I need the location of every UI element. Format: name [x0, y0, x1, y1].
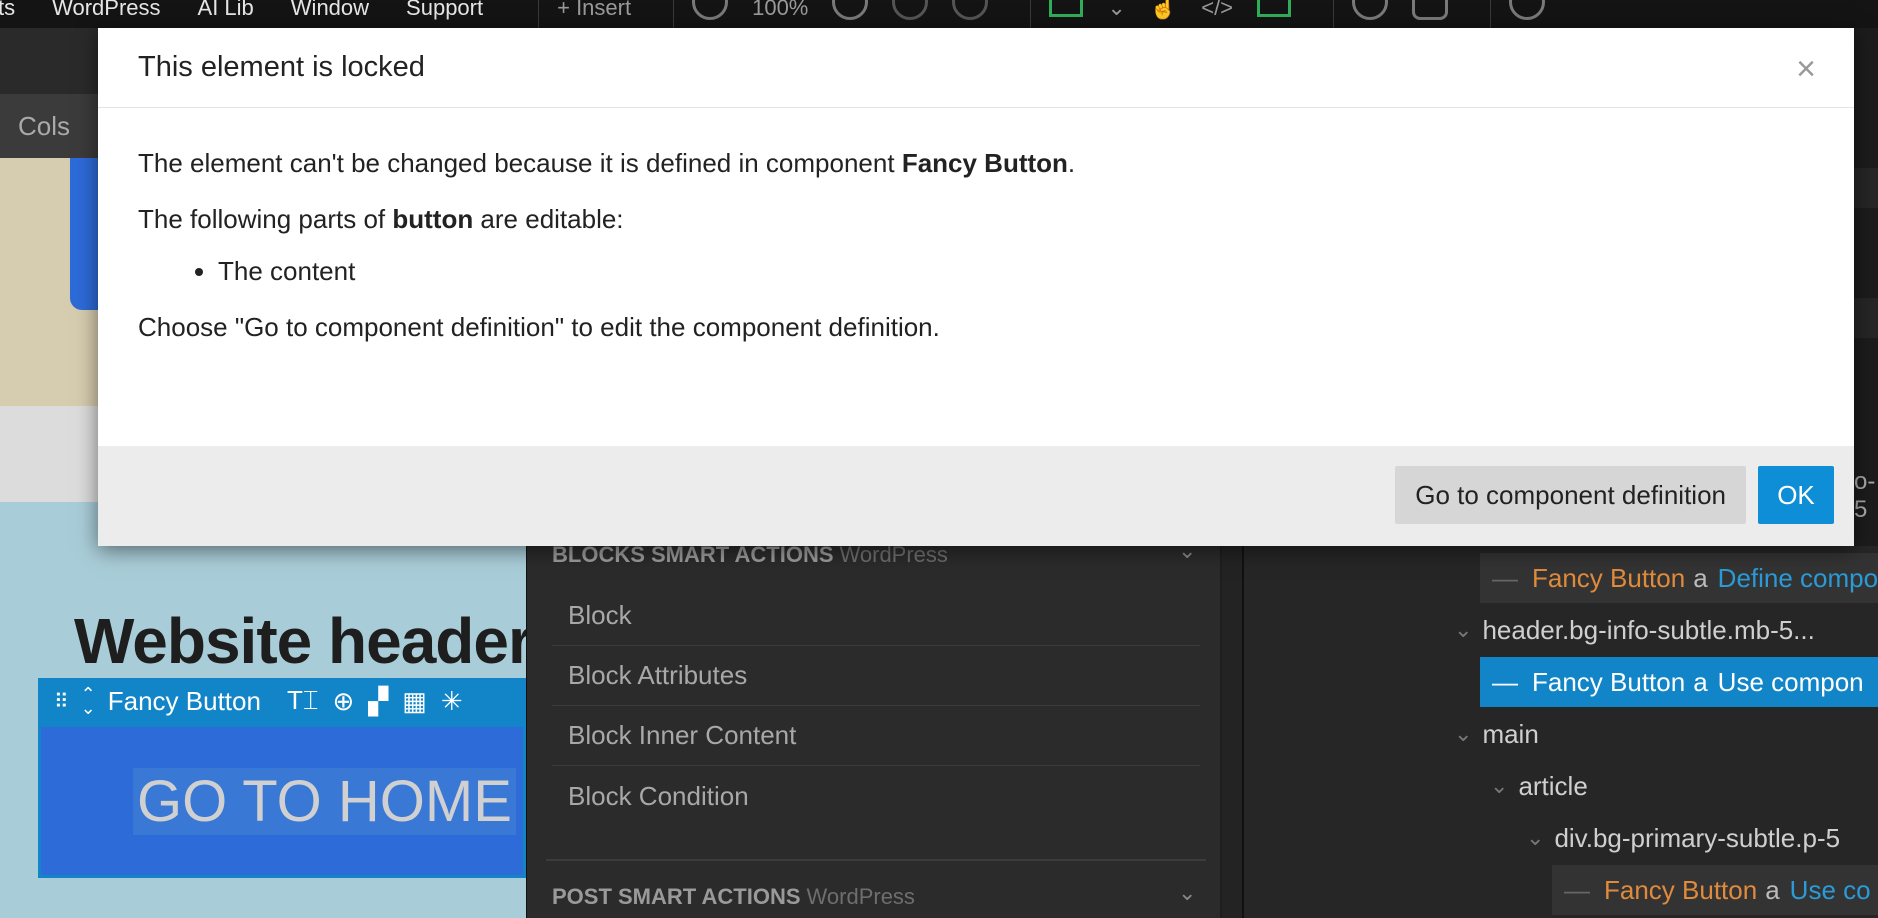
smart-action-block-attributes[interactable]: Block Attributes	[552, 646, 1200, 706]
go-to-component-definition-button[interactable]: Go to component definition	[1395, 466, 1746, 524]
settings-icon[interactable]: ✳	[441, 686, 463, 717]
background-strip	[1854, 168, 1878, 208]
grid-icon[interactable]: ▦	[402, 686, 427, 717]
undo-icon[interactable]	[892, 0, 929, 20]
component-action-link[interactable]: Use co	[1790, 875, 1871, 906]
toolbar-divider	[1333, 0, 1335, 28]
chevron-down-icon[interactable]: ⌄	[1454, 617, 1472, 643]
zoom-out-icon[interactable]	[692, 0, 729, 20]
selection-label: Fancy Button	[107, 685, 261, 716]
component-name: Fancy Button	[1532, 666, 1686, 697]
chevron-down-icon[interactable]: ⌄	[1526, 825, 1544, 851]
menu-item-ai-lib[interactable]: AI Lib	[198, 0, 254, 21]
menu-item-window[interactable]: Window	[291, 0, 369, 21]
section-subtitle: WordPress	[806, 884, 915, 909]
element-name: header.bg-info-subtle.mb-5...	[1482, 614, 1815, 645]
element-name: article	[1518, 770, 1588, 801]
chevron-down-icon[interactable]: ⌄	[1454, 721, 1472, 747]
chevron-down-icon[interactable]: ⌄	[1178, 880, 1196, 906]
settings-icon[interactable]	[1509, 0, 1546, 20]
section-divider	[546, 859, 1206, 861]
component-name: Fancy Button	[1532, 562, 1686, 593]
tree-row[interactable]: ⌄ div.bg-primary-subtle.p-5	[1526, 813, 1878, 863]
duplicate-icon[interactable]: ▞	[368, 686, 388, 717]
element-selection-toolbar: ⠿ ⌃ ⌄ Fancy Button T⌶ ⊕ ▞ ▦ ✳	[38, 678, 526, 724]
message-text: are editable:	[473, 204, 624, 234]
element-tag: a	[1765, 874, 1780, 905]
element-name: button	[392, 204, 474, 234]
go-to-home-text: GO TO HOME	[133, 767, 516, 835]
dialog-footer: Go to component definition OK	[98, 446, 1854, 546]
component-action-link[interactable]: Define compo	[1718, 563, 1878, 594]
element-name: main	[1482, 718, 1539, 749]
pointer-icon[interactable]: ☝	[1150, 0, 1177, 21]
dialog-message-editable: The following parts of button are editab…	[138, 204, 1814, 234]
layout-icon[interactable]	[1049, 0, 1084, 17]
refresh-icon[interactable]	[1352, 0, 1389, 20]
menu-item-wordpress[interactable]: WordPress	[52, 0, 160, 21]
toolbar-divider	[538, 0, 540, 28]
dialog-header: This element is locked ×	[98, 28, 1854, 108]
chevron-down-icon[interactable]: ⌄	[1107, 0, 1125, 21]
eye-icon[interactable]	[1412, 0, 1449, 20]
js-icon[interactable]	[1257, 0, 1292, 17]
tree-row[interactable]: — Fancy Button a Define compo	[1480, 553, 1878, 603]
go-to-home-button[interactable]: GO TO HOME	[38, 724, 526, 878]
list-item: The content	[218, 256, 1814, 286]
editable-parts-list: The content	[218, 256, 1814, 286]
message-text: The following parts of	[138, 204, 393, 234]
dialog-title: This element is locked	[138, 51, 425, 83]
post-smart-actions-header[interactable]: POST SMART ACTIONS WordPress	[552, 884, 915, 910]
toolbar-divider	[1030, 0, 1032, 28]
background-strip	[1854, 298, 1878, 338]
move-arrows-icon[interactable]: ⌃ ⌄	[81, 685, 96, 717]
menu-item-support[interactable]: Support	[406, 0, 483, 21]
component-name: Fancy Button	[901, 148, 1068, 178]
menu-item-ts[interactable]: ts	[0, 0, 15, 21]
smart-action-block-condition[interactable]: Block Condition	[552, 766, 1200, 826]
website-header-heading[interactable]: Website header	[74, 604, 526, 678]
tree-leaf-marker: —	[1564, 874, 1590, 905]
locked-element-dialog: This element is locked × The element can…	[98, 28, 1854, 546]
smart-action-block[interactable]: Block	[552, 586, 1200, 646]
chevron-down-icon[interactable]: ⌄	[1490, 773, 1508, 799]
drag-handle-icon[interactable]: ⠿	[54, 689, 71, 714]
add-element-icon[interactable]: ⊕	[332, 686, 354, 717]
tree-leaf-marker: —	[1492, 666, 1518, 697]
toolbar-divider	[1490, 0, 1492, 28]
close-icon[interactable]: ×	[1796, 50, 1816, 89]
message-text: The element can't be changed because it …	[138, 148, 902, 178]
tree-row[interactable]: ⌄ article	[1490, 761, 1878, 811]
tree-row-selected[interactable]: — Fancy Button a Use compon	[1480, 657, 1878, 707]
dialog-body: The element can't be changed because it …	[98, 108, 1854, 342]
component-action-link[interactable]: Use compon	[1718, 667, 1864, 698]
app-menubar: ts WordPress AI Lib Window Support + Ins…	[0, 0, 1878, 28]
dialog-message-component: The element can't be changed because it …	[138, 148, 1814, 178]
tree-row[interactable]: ⌄ header.bg-info-subtle.mb-5...	[1454, 605, 1878, 655]
code-icon[interactable]: </>	[1201, 0, 1233, 21]
element-tag: a	[1693, 562, 1708, 593]
smart-action-block-inner-content[interactable]: Block Inner Content	[552, 706, 1200, 766]
insert-button[interactable]: + Insert	[557, 0, 631, 21]
tree-row[interactable]: ⌄ main	[1454, 709, 1878, 759]
background-text-fragment: o-5	[1854, 468, 1876, 523]
element-name: div.bg-primary-subtle.p-5	[1554, 822, 1841, 853]
tab-cols[interactable]: Cols	[0, 94, 98, 158]
message-text: .	[1067, 148, 1076, 178]
section-title: POST SMART ACTIONS	[552, 884, 801, 909]
element-tag: a	[1693, 666, 1708, 697]
zoom-in-icon[interactable]	[832, 0, 869, 20]
toolbar-divider	[673, 0, 675, 28]
dialog-message-instructions: Choose "Go to component definition" to e…	[138, 312, 940, 342]
zoom-level: 100%	[752, 0, 809, 20]
text-edit-icon[interactable]: T⌶	[287, 685, 318, 717]
redo-icon[interactable]	[952, 0, 989, 20]
component-name: Fancy Button	[1604, 874, 1758, 905]
ok-button[interactable]: OK	[1758, 466, 1834, 524]
tree-row[interactable]: — Fancy Button a Use co	[1552, 865, 1878, 915]
tab-cols-label: Cols	[18, 110, 71, 141]
tree-leaf-marker: —	[1492, 562, 1518, 593]
